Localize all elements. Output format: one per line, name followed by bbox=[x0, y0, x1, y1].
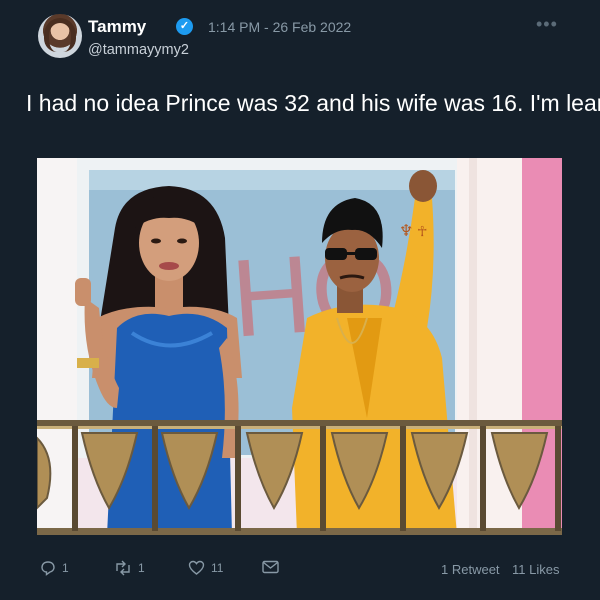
more-options-icon[interactable]: ••• bbox=[536, 14, 558, 35]
svg-text:☥: ☥ bbox=[417, 224, 427, 240]
photo-illustration: HO ♆ ☥ bbox=[37, 158, 562, 535]
display-name[interactable]: Tammy bbox=[88, 17, 146, 37]
reply-icon bbox=[41, 561, 55, 576]
retweet-button[interactable]: 1 bbox=[114, 560, 145, 576]
retweet-icon bbox=[116, 560, 130, 576]
avatar[interactable] bbox=[38, 14, 82, 58]
svg-text:♆: ♆ bbox=[399, 221, 413, 240]
reply-button[interactable]: 1 bbox=[40, 560, 69, 576]
heart-icon bbox=[188, 560, 205, 575]
likes-stat[interactable]: 11 Likes bbox=[512, 562, 559, 577]
like-count: 11 bbox=[211, 561, 224, 575]
verified-badge-icon: ✓ bbox=[176, 18, 193, 35]
reply-count: 1 bbox=[62, 561, 69, 575]
avatar-hair bbox=[44, 18, 76, 52]
user-handle[interactable]: @tammayymy2 bbox=[88, 42, 189, 58]
like-button[interactable]: 11 bbox=[188, 560, 223, 576]
retweets-stat[interactable]: 1 Retweet bbox=[441, 562, 500, 577]
tweet-text: I had no idea Prince was 32 and his wife… bbox=[26, 90, 600, 116]
tweet-photo[interactable]: HO ♆ ☥ bbox=[37, 158, 562, 535]
retweet-count: 1 bbox=[138, 561, 145, 575]
envelope-icon bbox=[262, 560, 279, 574]
timestamp[interactable]: 1:14 PM - 26 Feb 2022 bbox=[208, 19, 351, 35]
message-button[interactable] bbox=[262, 560, 279, 574]
